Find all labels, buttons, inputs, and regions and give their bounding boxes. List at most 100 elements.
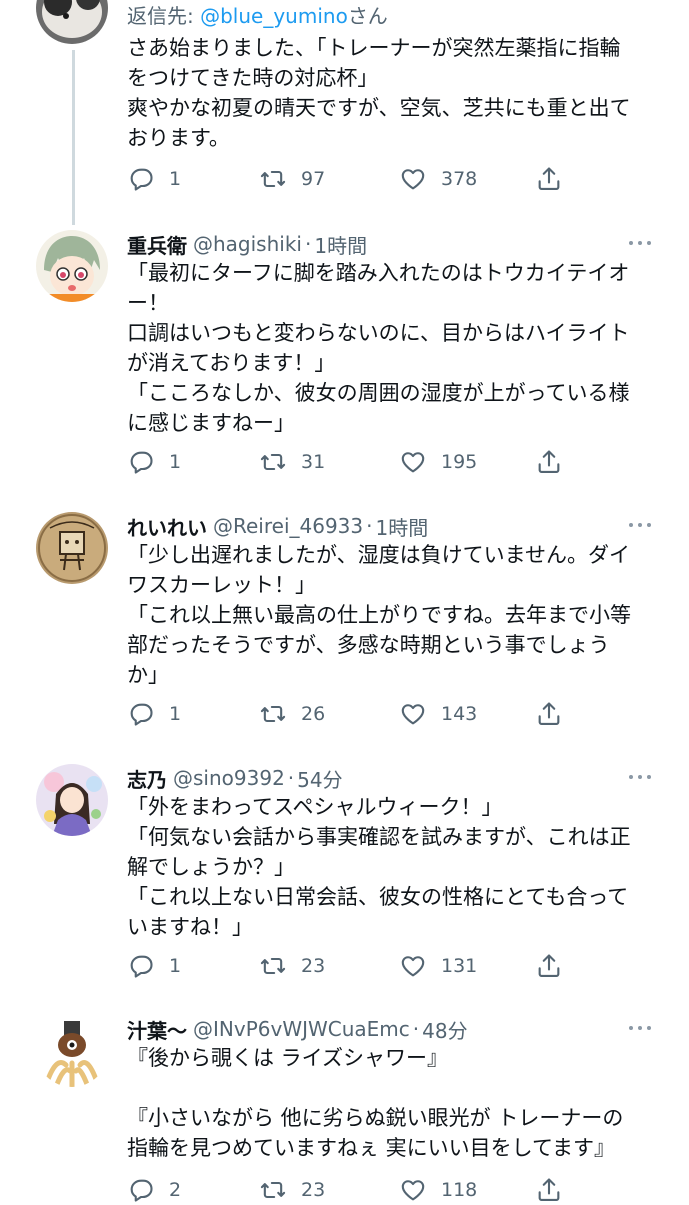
reply-count: 1 <box>169 168 182 190</box>
like-button[interactable]: 118 <box>399 1175 477 1205</box>
reply-icon <box>130 168 153 191</box>
tweet-line: をつけてきた時の対応杯」 <box>127 66 379 90</box>
display-name[interactable]: れいれい <box>127 512 207 541</box>
avatar[interactable] <box>36 230 108 302</box>
reply-count: 1 <box>169 703 182 725</box>
retweet-button[interactable]: 26 <box>259 699 325 729</box>
reply-mention[interactable]: @blue_yumino <box>200 4 348 28</box>
timestamp[interactable]: 1時間 <box>314 230 367 259</box>
retweet-icon <box>260 170 286 188</box>
user-handle[interactable]: @hagishiki <box>193 232 302 256</box>
tweet-line-blank <box>127 1073 657 1103</box>
tweet-line: 口調はいつもと変わらないのに、目からはハイライト <box>127 321 630 345</box>
tweet-header: れいれい @Reirei_46933 · 1時間 <box>127 510 428 542</box>
reply-count: 1 <box>169 451 182 473</box>
share-button[interactable] <box>535 951 563 981</box>
share-button[interactable] <box>535 699 563 729</box>
tweet-header: 汁葉〜 @INvP6vWJWCuaEmc · 48分 <box>127 1013 468 1045</box>
tweet-body: さあ始まりました、「トレーナーが突然左薬指に指輪 をつけてきた時の対応杯」 爽や… <box>127 33 657 153</box>
reply-prefix: 返信先: <box>127 4 201 28</box>
avatar[interactable] <box>36 764 108 836</box>
tweet-line: ー！ <box>127 291 169 315</box>
user-handle[interactable]: @sino9392 <box>173 766 285 790</box>
retweet-button[interactable]: 23 <box>259 1175 325 1205</box>
reply-button[interactable]: 1 <box>127 164 181 194</box>
like-button[interactable]: 378 <box>399 164 477 194</box>
share-button[interactable] <box>535 164 563 194</box>
like-count: 378 <box>441 168 478 190</box>
retweet-count: 26 <box>301 703 326 725</box>
timestamp[interactable]: 1時間 <box>376 512 429 541</box>
tweet-header: 志乃 @sino9392 · 54分 <box>127 762 343 794</box>
tweet-header: 重兵衛 @hagishiki · 1時間 <box>127 228 367 260</box>
tweet-body: 『後から覗くは ライズシャワー』 『小さいながら 他に劣らぬ鋭い眼光が トレーナ… <box>127 1043 657 1163</box>
more-options-icon[interactable] <box>629 236 659 250</box>
tweet-line: いますね！」 <box>127 915 253 939</box>
retweet-count: 23 <box>301 1179 326 1201</box>
tweet-line: 「何気ない会話から事実確認を試みますが、これは正 <box>127 825 631 849</box>
tweet-line: さあ始まりました、「トレーナーが突然左薬指に指輪 <box>127 36 621 60</box>
reply-button[interactable]: 2 <box>127 1175 181 1205</box>
reply-button[interactable]: 1 <box>127 699 181 729</box>
tweet-body: 「外をまわってスペシャルウィーク！」 「何気ない会話から事実確認を試みますが、こ… <box>127 792 657 942</box>
share-icon <box>538 702 560 725</box>
like-button[interactable]: 131 <box>399 951 477 981</box>
share-button[interactable] <box>535 1175 563 1205</box>
tweet-line: 「これ以上無い最高の仕上がりですね。去年まで小等 <box>127 603 631 627</box>
more-options-icon[interactable] <box>629 770 659 784</box>
retweet-button[interactable]: 97 <box>259 164 325 194</box>
tweet-line: 『小さいながら 他に劣らぬ鋭い眼光が トレーナーの <box>127 1106 624 1130</box>
like-button[interactable]: 195 <box>399 447 477 477</box>
action-bar: 1 31 195 <box>127 447 577 477</box>
more-options-icon[interactable] <box>629 518 659 532</box>
reply-count: 2 <box>169 1179 182 1201</box>
reply-icon <box>130 703 153 726</box>
share-icon <box>538 450 560 473</box>
avatar[interactable] <box>36 512 108 584</box>
tweet-line: か」 <box>127 663 169 687</box>
retweet-icon <box>260 453 286 471</box>
share-icon <box>538 954 560 977</box>
timestamp[interactable]: 54分 <box>297 764 342 793</box>
display-name[interactable]: 重兵衛 <box>127 230 187 259</box>
action-bar: 1 26 143 <box>127 699 577 729</box>
tweet-line: 爽やかな初夏の晴天ですが、空気、芝共にも重と出て <box>127 96 631 120</box>
share-icon <box>538 167 560 190</box>
heart-icon <box>401 956 425 977</box>
tweet-line: 『後から覗くは ライズシャワー』 <box>127 1046 449 1070</box>
separator-dot: · <box>304 232 312 256</box>
tweet-line: 部だったそうですが、多感な時期という事でしょう <box>127 633 610 657</box>
more-options-icon[interactable] <box>629 1021 659 1035</box>
reply-button[interactable]: 1 <box>127 951 181 981</box>
user-handle[interactable]: @Reirei_46933 <box>213 514 363 538</box>
display-name[interactable]: 汁葉〜 <box>127 1015 187 1044</box>
reply-suffix: さん <box>347 4 388 28</box>
retweet-count: 31 <box>301 451 326 473</box>
timestamp[interactable]: 48分 <box>422 1015 467 1044</box>
retweet-count: 97 <box>301 168 326 190</box>
retweet-button[interactable]: 31 <box>259 447 325 477</box>
action-bar: 1 23 131 <box>127 951 577 981</box>
share-button[interactable] <box>535 447 563 477</box>
tweet-line: に感じますねー」 <box>127 411 295 435</box>
retweet-button[interactable]: 23 <box>259 951 325 981</box>
tweet-line: ワスカーレット！」 <box>127 573 316 597</box>
retweet-count: 23 <box>301 955 326 977</box>
tweet-line: 解でしょうか？」 <box>127 855 295 879</box>
heart-icon <box>401 452 425 473</box>
display-name[interactable]: 志乃 <box>127 764 167 793</box>
like-button[interactable]: 143 <box>399 699 477 729</box>
action-bar: 2 23 118 <box>127 1175 577 1205</box>
reply-button[interactable]: 1 <box>127 447 181 477</box>
tweet-line: 「これ以上ない日常会話、彼女の性格にとても合って <box>127 885 629 909</box>
heart-icon <box>401 169 425 190</box>
reply-to-line: 返信先: @blue_yuminoさん <box>127 0 388 29</box>
avatar[interactable] <box>36 1015 108 1087</box>
tweet-line: 「外をまわってスペシャルウィーク！」 <box>127 795 503 819</box>
avatar[interactable] <box>36 0 108 44</box>
tweet-line: おります。 <box>127 126 230 150</box>
retweet-icon <box>260 957 286 975</box>
user-handle[interactable]: @INvP6vWJWCuaEmc <box>193 1017 410 1041</box>
separator-dot: · <box>366 514 373 538</box>
like-count: 195 <box>441 451 478 473</box>
